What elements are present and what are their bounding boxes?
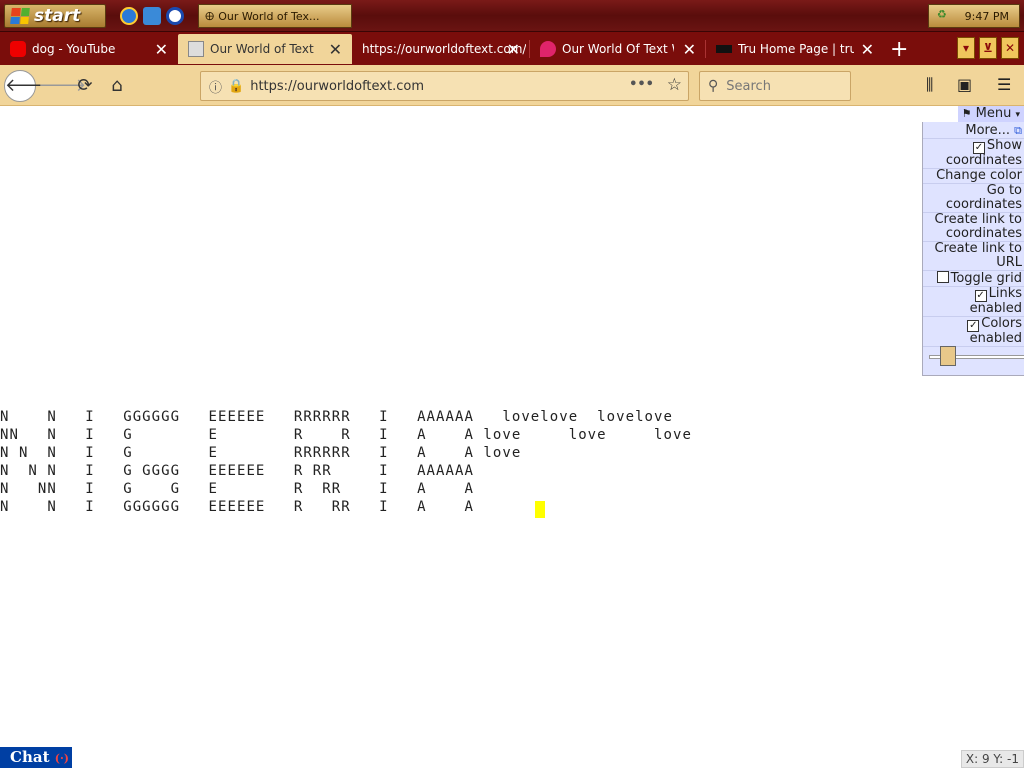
search-icon: ⚲ — [708, 78, 719, 94]
close-tab-icon[interactable]: ✕ — [683, 40, 696, 59]
reload-button[interactable]: ⟳ — [70, 71, 100, 101]
search-bar[interactable]: ⚲ Search — [699, 71, 851, 101]
clock: 9:47 PM — [964, 9, 1009, 23]
minimize-button[interactable]: ▾ — [957, 37, 975, 59]
menu-item-link-to-coordinates[interactable]: Create link to coordinates — [923, 213, 1024, 242]
close-tab-icon[interactable]: ✕ — [861, 40, 874, 59]
home-button[interactable]: ⌂ — [102, 71, 132, 101]
menu-item-more[interactable]: More... ⧉ — [923, 122, 1024, 139]
menu-item-show-coordinates[interactable]: ✓ Show coordinates — [923, 139, 1024, 169]
tab-trutv[interactable]: Tru Home Page | truTV.c ✕ — [706, 34, 884, 64]
menu-item-toggle-grid[interactable]: Toggle grid — [923, 271, 1024, 287]
menu-item-change-color[interactable]: Change color — [923, 169, 1024, 184]
nav-toolbar: 🡐 🡒 ⟳ ⌂ ⓘ 🔒 https://ourworldoftext.com •… — [0, 65, 1024, 106]
owot-menu-panel: More... ⧉ ✓ Show coordinates Change color… — [922, 122, 1024, 376]
forward-button[interactable]: 🡒 — [38, 71, 86, 101]
dropdown-arrow-icon: ▾ — [1015, 110, 1020, 120]
menu-item-link-to-url[interactable]: Create link to URL — [923, 242, 1024, 271]
close-tab-icon[interactable]: ✕ — [155, 40, 168, 59]
library-icon[interactable]: ⫼ — [926, 75, 933, 95]
new-tab-button[interactable]: + — [884, 34, 918, 64]
media-player-quicklaunch-icon[interactable] — [166, 7, 184, 25]
start-label: start — [34, 6, 81, 26]
zoom-slider-handle[interactable] — [940, 346, 956, 366]
owot-menu-button[interactable]: ⚑ Menu ▾ — [958, 106, 1024, 122]
star-icon[interactable]: ☆ — [667, 75, 682, 95]
windows-taskbar: start 🜨 Our World of Tex... ♻ 9:47 PM — [0, 0, 1024, 32]
close-tab-icon[interactable]: ✕ — [507, 40, 520, 59]
wiki-icon — [540, 41, 556, 57]
tab-our-world-of-text[interactable]: Our World of Text ✕ — [178, 34, 352, 64]
external-link-icon: ⧉ — [1014, 124, 1022, 137]
start-button[interactable]: start — [4, 4, 106, 28]
world-text-line[interactable]: N N N I G E RRRRRR I A A love — [0, 444, 692, 462]
hamburger-menu-icon[interactable]: ☰ — [997, 75, 1011, 94]
text-cursor — [535, 501, 545, 518]
url-bar[interactable]: ⓘ 🔒 https://ourworldoftext.com ••• ☆ — [200, 71, 689, 101]
taskbar-window-button[interactable]: 🜨 Our World of Tex... — [198, 4, 352, 28]
checkbox-unchecked[interactable] — [936, 271, 949, 283]
tab-owot-wiki[interactable]: Our World Of Text Wiki ✕ — [530, 34, 706, 64]
firefox-icon: 🜨 — [205, 10, 215, 23]
search-placeholder: Search — [726, 78, 771, 94]
trutv-icon — [716, 45, 732, 53]
taskbar-window-label: Our World of Tex... — [218, 9, 320, 23]
flag-icon: ⚑ — [961, 107, 972, 120]
outlook-quicklaunch-icon[interactable] — [143, 7, 161, 25]
tab-ourworldoftext-url[interactable]: https://ourworldoftext.com/ ✕ — [352, 34, 530, 64]
chat-notification-icon: (·) — [54, 752, 69, 765]
page-actions-icon[interactable]: ••• — [629, 77, 654, 92]
owot-icon — [188, 41, 204, 57]
windows-flag-icon — [10, 8, 30, 24]
url-text[interactable]: https://ourworldoftext.com — [250, 79, 424, 94]
youtube-icon — [10, 41, 26, 57]
tray-icon[interactable]: ♻ — [937, 8, 947, 21]
system-tray: ♻ 9:47 PM — [928, 4, 1020, 28]
maximize-button[interactable]: ⊻ — [979, 37, 997, 59]
plus-icon: + — [890, 36, 909, 62]
back-button[interactable]: 🡐 — [4, 70, 53, 102]
world-text-line[interactable]: N N I GGGGGG EEEEEE R RR I A A — [0, 498, 692, 516]
owot-canvas[interactable]: N N I GGGGGG EEEEEE RRRRRR I AAAAAA love… — [0, 106, 1024, 768]
world-text-line[interactable]: N NN I G G E R RR I A A — [0, 480, 692, 498]
menu-item-colors-enabled[interactable]: ✓ Colors enabled — [923, 317, 1024, 347]
world-text-line[interactable]: N N N I G GGGG EEEEEE R RR I AAAAAA — [0, 462, 692, 480]
sidebar-icon[interactable]: ▣ — [957, 75, 972, 94]
close-tab-icon[interactable]: ✕ — [329, 40, 342, 59]
close-window-button[interactable]: ✕ — [1001, 37, 1019, 59]
tab-dog-youtube[interactable]: dog - YouTube ✕ — [0, 34, 178, 64]
info-icon[interactable]: ⓘ — [209, 77, 222, 96]
lock-icon: 🔒 — [228, 78, 245, 94]
ie-quicklaunch-icon[interactable] — [120, 7, 138, 25]
chat-button[interactable]: Chat (·) — [0, 747, 72, 768]
tab-strip: dog - YouTube ✕ Our World of Text ✕ http… — [0, 32, 1024, 65]
menu-item-links-enabled[interactable]: ✓ Links enabled — [923, 287, 1024, 317]
world-text-line[interactable]: NN N I G E R R I A A love love love — [0, 426, 692, 444]
coordinates-display: X: 9 Y: -1 — [960, 750, 1024, 768]
world-text[interactable]: N N I GGGGGG EEEEEE RRRRRR I AAAAAA love… — [0, 408, 692, 516]
menu-item-go-to-coordinates[interactable]: Go to coordinates — [923, 184, 1024, 213]
world-text-line[interactable]: N N I GGGGGG EEEEEE RRRRRR I AAAAAA love… — [0, 408, 692, 426]
